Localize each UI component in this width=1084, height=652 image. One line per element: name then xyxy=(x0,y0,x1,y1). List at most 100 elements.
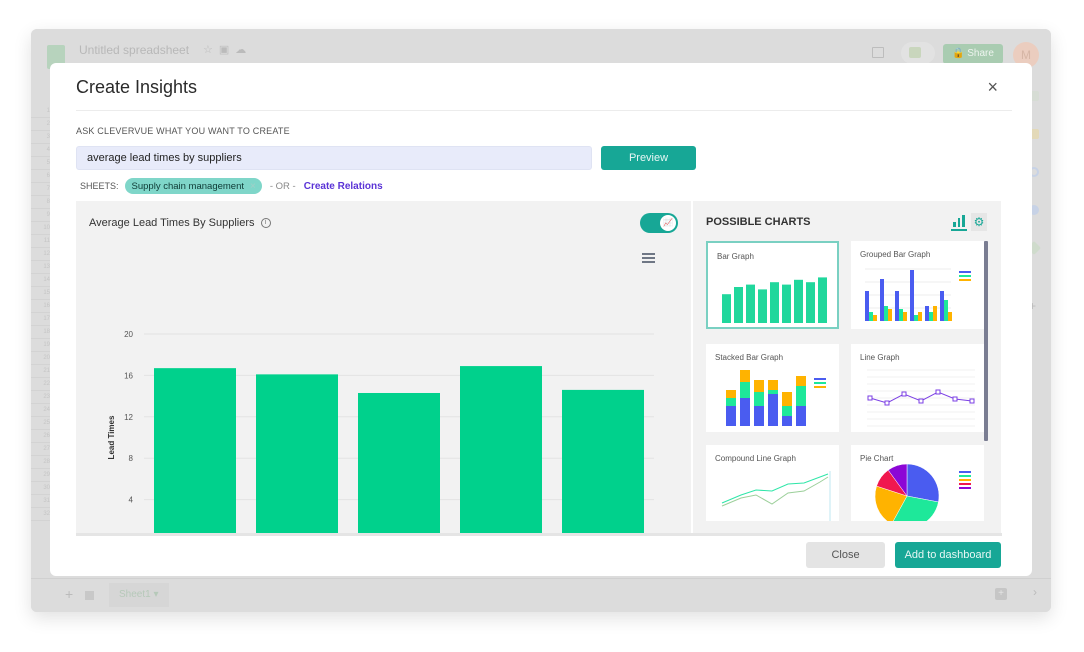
bar xyxy=(358,392,440,533)
close-button[interactable]: Close xyxy=(806,542,885,568)
thumb-legend xyxy=(959,483,971,485)
bar xyxy=(562,389,644,533)
y-tick-label: 4 xyxy=(129,496,134,505)
gear-icon[interactable]: ⚙ xyxy=(971,213,987,231)
thumb-bar xyxy=(914,315,918,321)
add-sheet-button[interactable]: + xyxy=(65,586,73,602)
chart-title-text: Average Lead Times By Suppliers xyxy=(89,217,255,229)
thumb-bar xyxy=(746,284,755,323)
bar-chart-icon[interactable] xyxy=(951,213,967,231)
add-to-dashboard-button[interactable]: Add to dashboard xyxy=(895,542,1001,568)
footer-divider xyxy=(76,533,1002,536)
chevron-right-icon[interactable]: › xyxy=(1033,585,1037,599)
thumb-legend xyxy=(959,275,971,277)
create-relations-link[interactable]: Create Relations xyxy=(304,181,383,192)
bar-chart: 048121620Supplier 1Supplier 2Supplier 3S… xyxy=(107,330,654,533)
info-icon[interactable]: i xyxy=(260,218,271,228)
chart-card-grouped-bar-graph[interactable]: Grouped Bar Graph xyxy=(851,241,984,329)
thumb-bar xyxy=(754,380,764,392)
thumb-legend xyxy=(959,487,971,489)
thumb-legend xyxy=(814,378,826,380)
thumb-bar xyxy=(888,309,892,321)
chart-preview-panel: 048121620Supplier 1Supplier 2Supplier 3S… xyxy=(76,201,691,533)
y-axis-label: Lead Times xyxy=(107,415,116,459)
chart-card-pie-chart[interactable]: Pie Chart xyxy=(851,445,984,521)
meet-icon[interactable] xyxy=(901,42,935,64)
card-label: Stacked Bar Graph xyxy=(715,353,784,362)
thumb-bar xyxy=(796,406,806,426)
possible-charts-title: POSSIBLE CHARTS xyxy=(706,216,811,228)
thumb-bar xyxy=(768,380,778,390)
all-sheets-icon[interactable] xyxy=(85,591,94,600)
thumb-bar xyxy=(754,406,764,426)
thumb-legend xyxy=(959,279,971,281)
thumb-bar xyxy=(768,390,778,394)
cloud-icon[interactable]: ☁ xyxy=(235,44,252,56)
thumb-bar xyxy=(782,284,791,323)
sheet-tab[interactable]: Sheet1 ▾ xyxy=(109,583,169,607)
thumb-legend xyxy=(959,471,971,473)
thumb-bar xyxy=(734,287,743,323)
chart-card-line-graph[interactable]: Line Graph xyxy=(851,344,984,432)
pie-slice xyxy=(906,463,940,503)
chart-card-bar-graph[interactable]: Bar Graph xyxy=(706,241,839,329)
thumb-bar xyxy=(818,277,827,323)
thumb-point xyxy=(901,391,907,397)
star-icon[interactable]: ☆ xyxy=(203,44,219,56)
thumb-bar xyxy=(910,270,914,321)
thumb-line xyxy=(721,476,829,507)
or-separator: - OR - xyxy=(269,180,296,192)
thumb-bar xyxy=(880,279,884,321)
preview-button[interactable]: Preview xyxy=(601,146,696,170)
thumb-bar xyxy=(796,376,806,386)
thumb-bar xyxy=(806,282,815,323)
query-input[interactable] xyxy=(76,146,592,170)
thumb-bar xyxy=(726,406,736,426)
y-tick-label: 20 xyxy=(124,330,133,339)
thumb-bar xyxy=(740,382,750,398)
folder-icon[interactable]: ▣ xyxy=(219,44,235,56)
thumb-bar xyxy=(770,282,779,323)
thumb-bar xyxy=(740,370,750,382)
explore-icon[interactable]: + xyxy=(995,588,1007,600)
share-button[interactable]: 🔒 Share xyxy=(943,44,1003,64)
card-label: Compound Line Graph xyxy=(715,454,796,463)
close-icon[interactable]: × xyxy=(987,77,998,98)
modal-title: Create Insights xyxy=(76,77,198,97)
create-insights-modal: Create Insights × ASK CLEVERVUE WHAT YOU… xyxy=(50,63,1032,576)
scrollbar[interactable] xyxy=(984,241,988,441)
thumb-point xyxy=(969,398,975,404)
thumb-bar xyxy=(768,394,778,426)
chart-toggle[interactable]: 📈 xyxy=(640,213,678,233)
possible-charts-panel: POSSIBLE CHARTS ⚙ Bar Graph Grouped Bar … xyxy=(693,201,1001,533)
chart-panel-icons: ⚙ xyxy=(951,213,987,231)
title-icons: ☆▣☁ xyxy=(203,43,252,56)
thumb-point xyxy=(935,389,941,395)
sheet-chip[interactable]: Supply chain management × xyxy=(124,178,262,194)
card-label: Pie Chart xyxy=(860,454,894,463)
thumb-bar xyxy=(925,306,929,321)
y-tick-label: 12 xyxy=(124,413,133,422)
chart-card-compound-line-graph[interactable]: Compound Line Graph xyxy=(706,445,839,521)
thumb-bar xyxy=(948,312,952,321)
remove-chip-icon[interactable]: × xyxy=(250,181,256,192)
comment-icon[interactable] xyxy=(872,47,884,58)
card-label: Bar Graph xyxy=(717,252,754,261)
thumb-legend xyxy=(814,386,826,388)
doc-title[interactable]: Untitled spreadsheet xyxy=(79,43,189,57)
sheets-row: SHEETS: Supply chain management × - OR -… xyxy=(80,177,383,195)
thumb-bar xyxy=(873,315,877,321)
thumb-bar xyxy=(726,390,736,398)
card-label: Line Graph xyxy=(860,353,900,362)
chart-card-stacked-bar-graph[interactable]: Stacked Bar Graph xyxy=(706,344,839,432)
thumb-bar xyxy=(782,406,792,416)
thumb-bar xyxy=(933,306,937,321)
y-tick-label: 16 xyxy=(124,371,133,380)
thumb-bar xyxy=(940,291,944,321)
thumb-point xyxy=(867,395,873,401)
thumb-bar xyxy=(865,291,869,321)
thumb-legend xyxy=(959,475,971,477)
thumb-bar xyxy=(869,312,873,321)
bar xyxy=(460,366,542,533)
hamburger-menu-icon[interactable] xyxy=(642,253,655,265)
